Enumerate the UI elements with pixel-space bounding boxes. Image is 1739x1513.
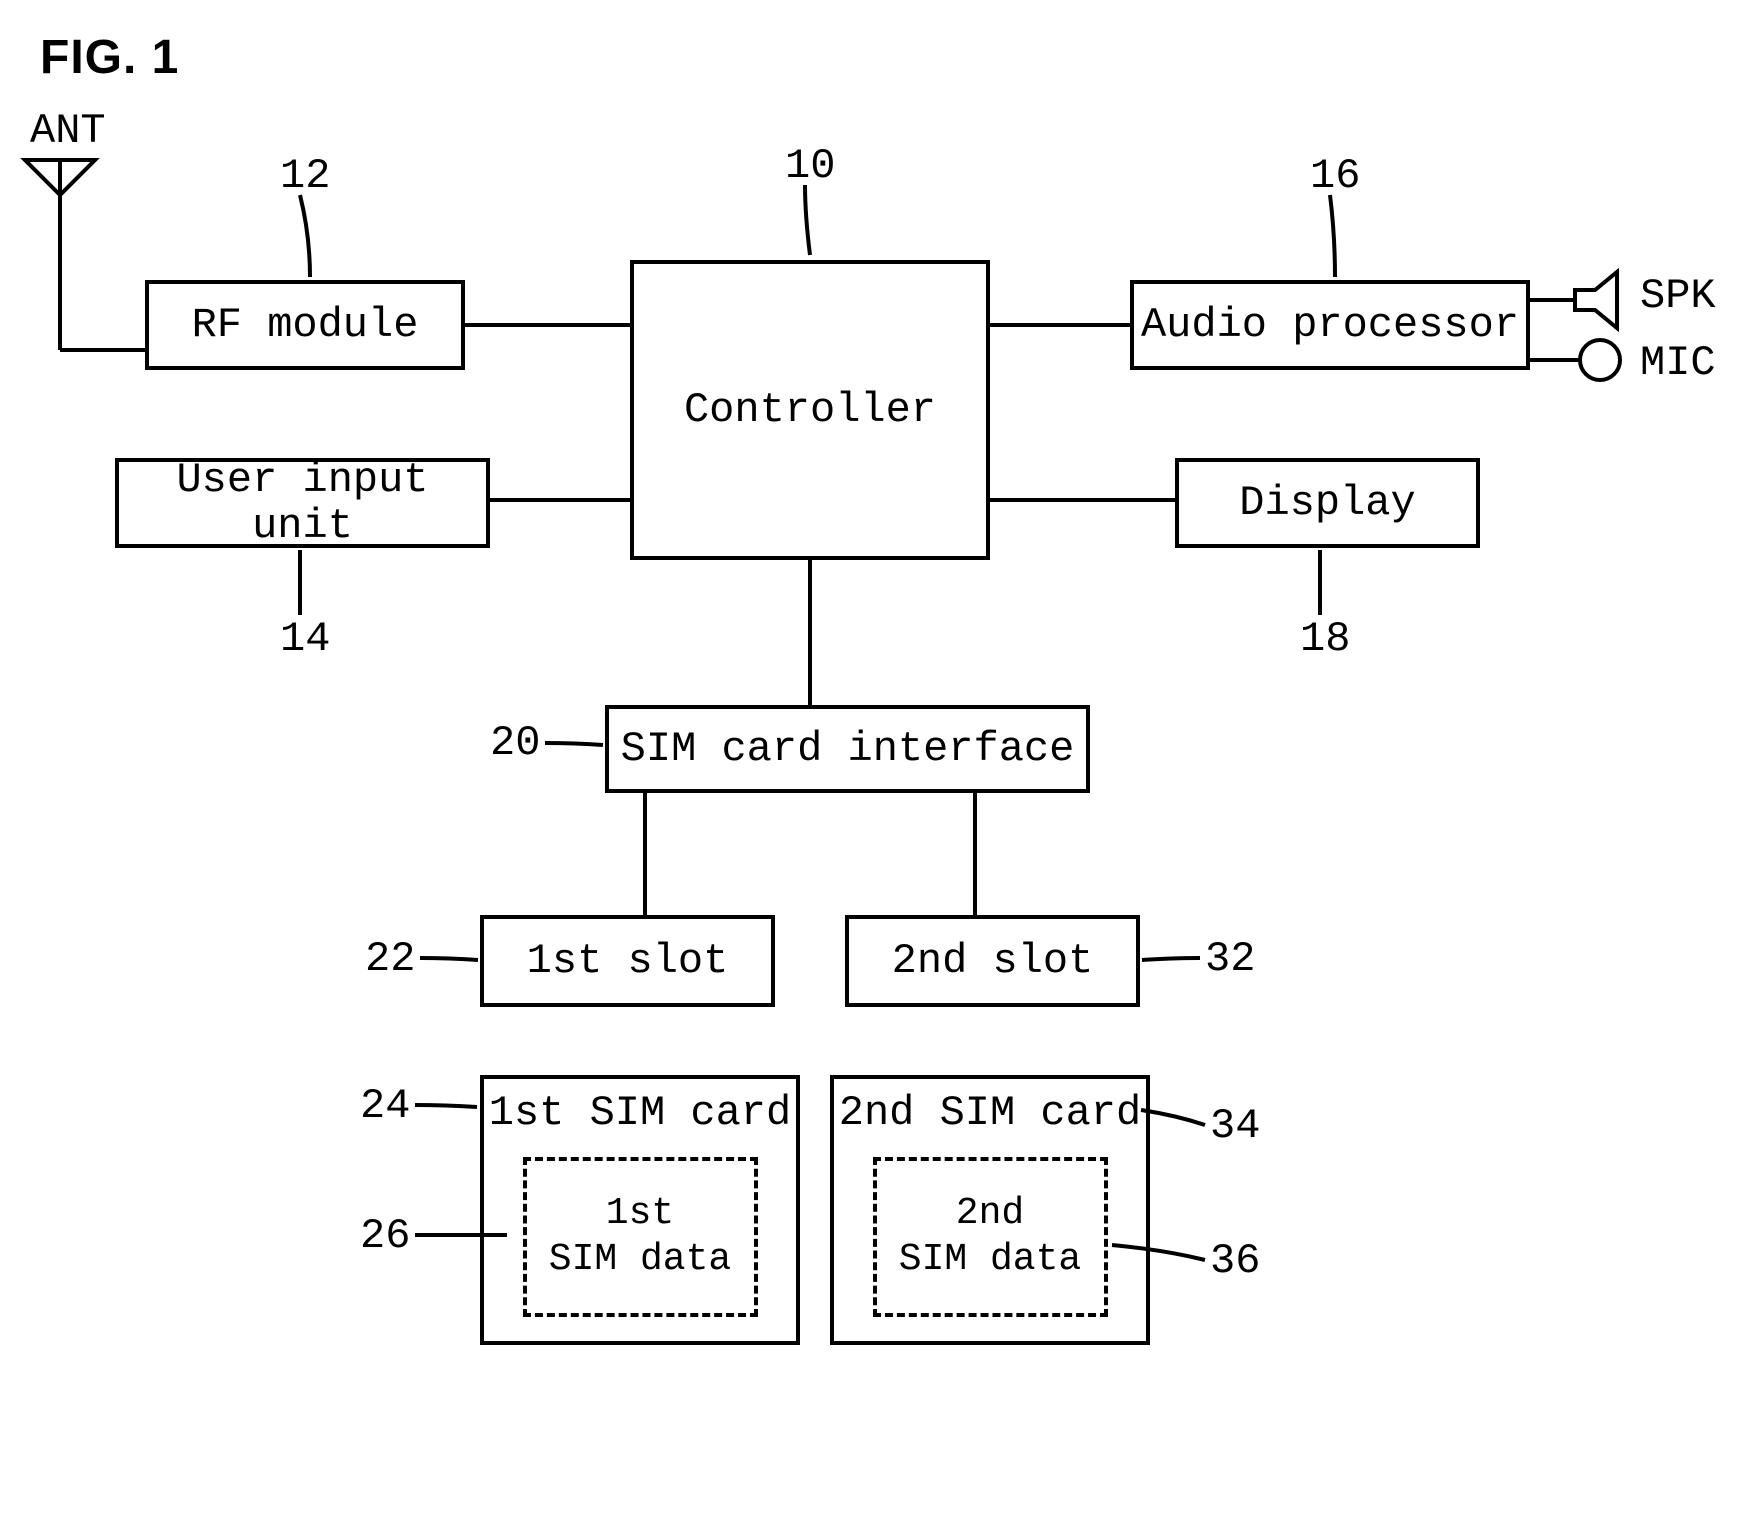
slot1-label: 1st slot: [527, 938, 729, 984]
display-label: Display: [1239, 480, 1415, 526]
sim-data1-block: 1st SIM data: [523, 1157, 758, 1317]
antenna-label: ANT: [30, 110, 106, 152]
ref-22: 22: [365, 938, 415, 980]
rf-module-label: RF module: [192, 302, 419, 348]
speaker-label: SPK: [1640, 275, 1716, 317]
mic-icon: [1575, 335, 1625, 385]
rf-module-block: RF module: [145, 280, 465, 370]
ref-16: 16: [1310, 155, 1360, 197]
sim-interface-label: SIM card interface: [621, 726, 1075, 772]
sim-data2-block: 2nd SIM data: [873, 1157, 1108, 1317]
sim-card1-block: 1st SIM card 1st SIM data: [480, 1075, 800, 1345]
sim-card2-block: 2nd SIM card 2nd SIM data: [830, 1075, 1150, 1345]
ref-18: 18: [1300, 618, 1350, 660]
slot2-label: 2nd slot: [892, 938, 1094, 984]
sim-card2-label: 2nd SIM card: [839, 1089, 1141, 1137]
ref-20: 20: [490, 722, 540, 764]
ref-32: 32: [1205, 938, 1255, 980]
ref-34: 34: [1210, 1105, 1260, 1147]
user-input-label: User input unit: [119, 457, 486, 549]
slot2-block: 2nd slot: [845, 915, 1140, 1007]
mic-label: MIC: [1640, 342, 1716, 384]
antenna-icon: [20, 150, 100, 210]
ref-36: 36: [1210, 1240, 1260, 1282]
audio-processor-label: Audio processor: [1141, 302, 1519, 348]
slot1-block: 1st slot: [480, 915, 775, 1007]
display-block: Display: [1175, 458, 1480, 548]
sim-interface-block: SIM card interface: [605, 705, 1090, 793]
ref-24: 24: [360, 1085, 410, 1127]
ref-26: 26: [360, 1215, 410, 1257]
user-input-block: User input unit: [115, 458, 490, 548]
sim-card1-label: 1st SIM card: [489, 1089, 791, 1137]
figure-title: FIG. 1: [40, 30, 179, 85]
audio-processor-block: Audio processor: [1130, 280, 1530, 370]
sim-data2-label: 2nd SIM data: [899, 1191, 1081, 1282]
ref-10: 10: [785, 145, 835, 187]
controller-block: Controller: [630, 260, 990, 560]
controller-label: Controller: [684, 387, 936, 433]
speaker-icon: [1570, 270, 1625, 330]
ref-14: 14: [280, 618, 330, 660]
ref-12: 12: [280, 155, 330, 197]
sim-data1-label: 1st SIM data: [549, 1191, 731, 1282]
